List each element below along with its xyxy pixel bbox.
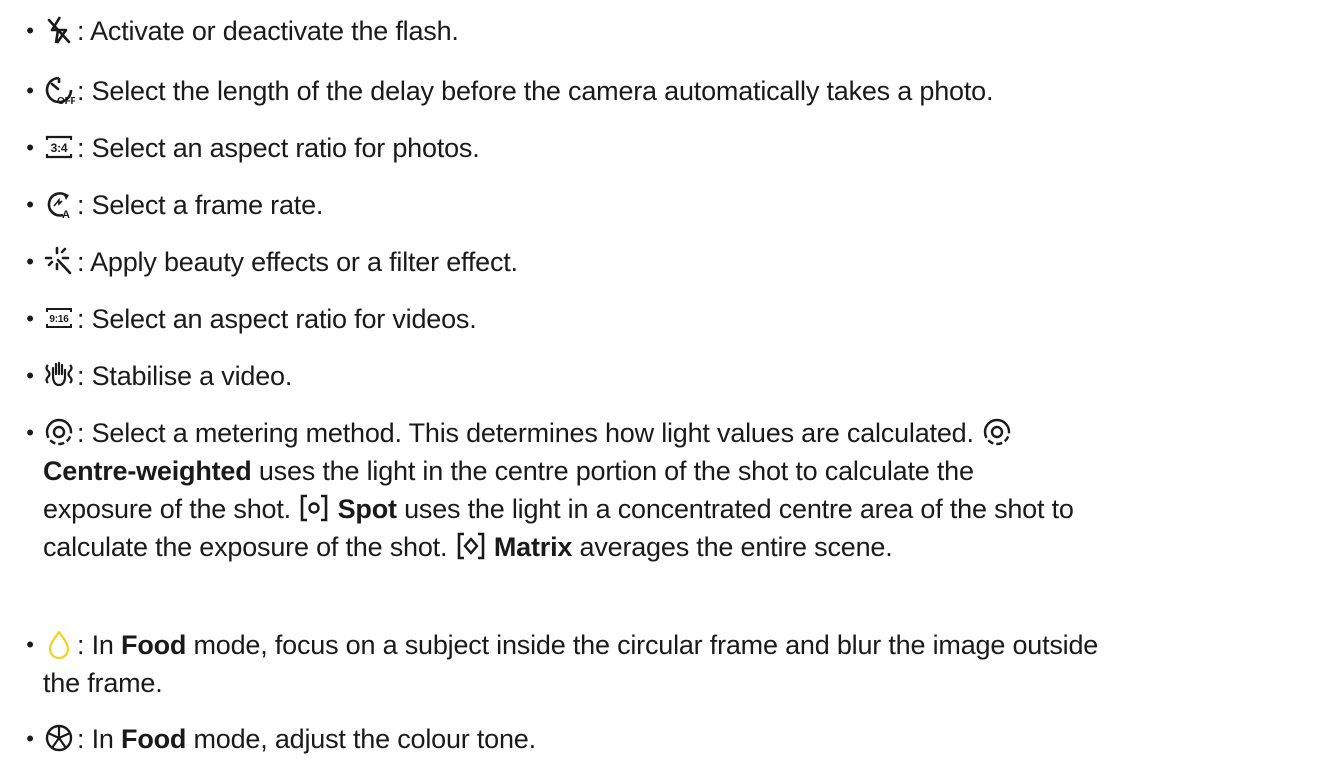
document-page: • : Activate or deactivate the flash. • …	[0, 0, 1339, 769]
bullet: •	[26, 192, 34, 217]
bullet: •	[26, 420, 34, 445]
item-text: uses the light in a concentrated centre …	[396, 494, 1074, 524]
svg-text:A: A	[62, 209, 70, 220]
line-text: : Stabilise a video.	[43, 357, 292, 395]
line-text: exposure of the shot. Spot uses the ligh…	[43, 490, 1074, 528]
bullet: •	[26, 135, 34, 160]
term-centre-weighted: Centre-weighted	[43, 456, 252, 486]
bullet: •	[26, 249, 34, 274]
metering-centre-weighted-icon	[43, 416, 75, 448]
line-text: : Activate or deactivate the flash.	[43, 12, 459, 50]
item-text: averages the entire scene.	[572, 532, 893, 562]
aspect-ratio-9-16-icon: 9:16	[43, 302, 75, 334]
item-text: : In	[77, 724, 122, 754]
svg-text:OFF: OFF	[57, 96, 75, 106]
line-text: : Select a metering method. This determi…	[43, 414, 1013, 452]
item-text: calculate the exposure of the shot.	[43, 532, 448, 562]
item-text: uses the light in the centre portion of …	[251, 456, 974, 486]
bullet: •	[26, 632, 34, 657]
line-text: calculate the exposure of the shot. Matr…	[43, 528, 893, 566]
term-spot: Spot	[337, 494, 397, 524]
bullet: •	[26, 726, 34, 751]
bullet: •	[26, 306, 34, 331]
line-text: Centre-weighted uses the light in the ce…	[43, 452, 974, 490]
flash-off-icon	[43, 14, 75, 46]
colour-tone-icon	[43, 722, 75, 754]
metering-centre-weighted-icon	[981, 416, 1013, 448]
line-text: : Apply beauty effects or a filter effec…	[43, 243, 518, 281]
svg-text:3:4: 3:4	[51, 141, 68, 155]
item-text: : In	[77, 630, 122, 660]
drop-focus-icon	[43, 628, 75, 660]
aspect-ratio-3-4-icon: 3:4	[43, 131, 75, 163]
bullet: •	[26, 78, 34, 103]
line-text: : In Food mode, focus on a subject insid…	[43, 626, 1098, 664]
item-text: : Select a metering method. This determi…	[77, 418, 974, 448]
line-text: OFF : Select the length of the delay bef…	[43, 72, 993, 110]
bullet: •	[26, 18, 34, 43]
item-text: : Select a frame rate.	[77, 190, 324, 220]
line-text: the frame.	[43, 664, 163, 702]
item-text: the frame.	[43, 668, 163, 698]
term-food: Food	[121, 630, 187, 660]
term-matrix: Matrix	[493, 532, 573, 562]
sparkle-effects-icon	[43, 245, 75, 277]
metering-matrix-icon	[455, 530, 487, 562]
timer-off-icon: OFF	[43, 74, 75, 106]
item-text: : Select an aspect ratio for photos.	[77, 133, 480, 163]
line-text: A : Select a frame rate.	[43, 186, 323, 224]
item-text: mode, focus on a subject inside the circ…	[186, 630, 1099, 660]
item-text: : Stabilise a video.	[77, 361, 293, 391]
item-text: : Apply beauty effects or a filter effec…	[77, 247, 518, 277]
line-text: : In Food mode, adjust the colour tone.	[43, 720, 536, 758]
svg-text:9:16: 9:16	[49, 314, 69, 325]
stabilise-hand-icon	[43, 359, 75, 391]
term-food: Food	[121, 724, 187, 754]
bullet: •	[26, 363, 34, 388]
line-text: 3:4 : Select an aspect ratio for photos.	[43, 129, 480, 167]
item-text: : Select the length of the delay before …	[77, 76, 994, 106]
item-text: : Select an aspect ratio for videos.	[77, 304, 477, 334]
item-text: exposure of the shot.	[43, 494, 291, 524]
item-text: : Activate or deactivate the flash.	[77, 16, 459, 46]
frame-rate-auto-icon: A	[43, 188, 75, 220]
line-text: 9:16 : Select an aspect ratio for videos…	[43, 300, 477, 338]
item-text: mode, adjust the colour tone.	[186, 724, 537, 754]
metering-spot-icon	[298, 492, 330, 524]
